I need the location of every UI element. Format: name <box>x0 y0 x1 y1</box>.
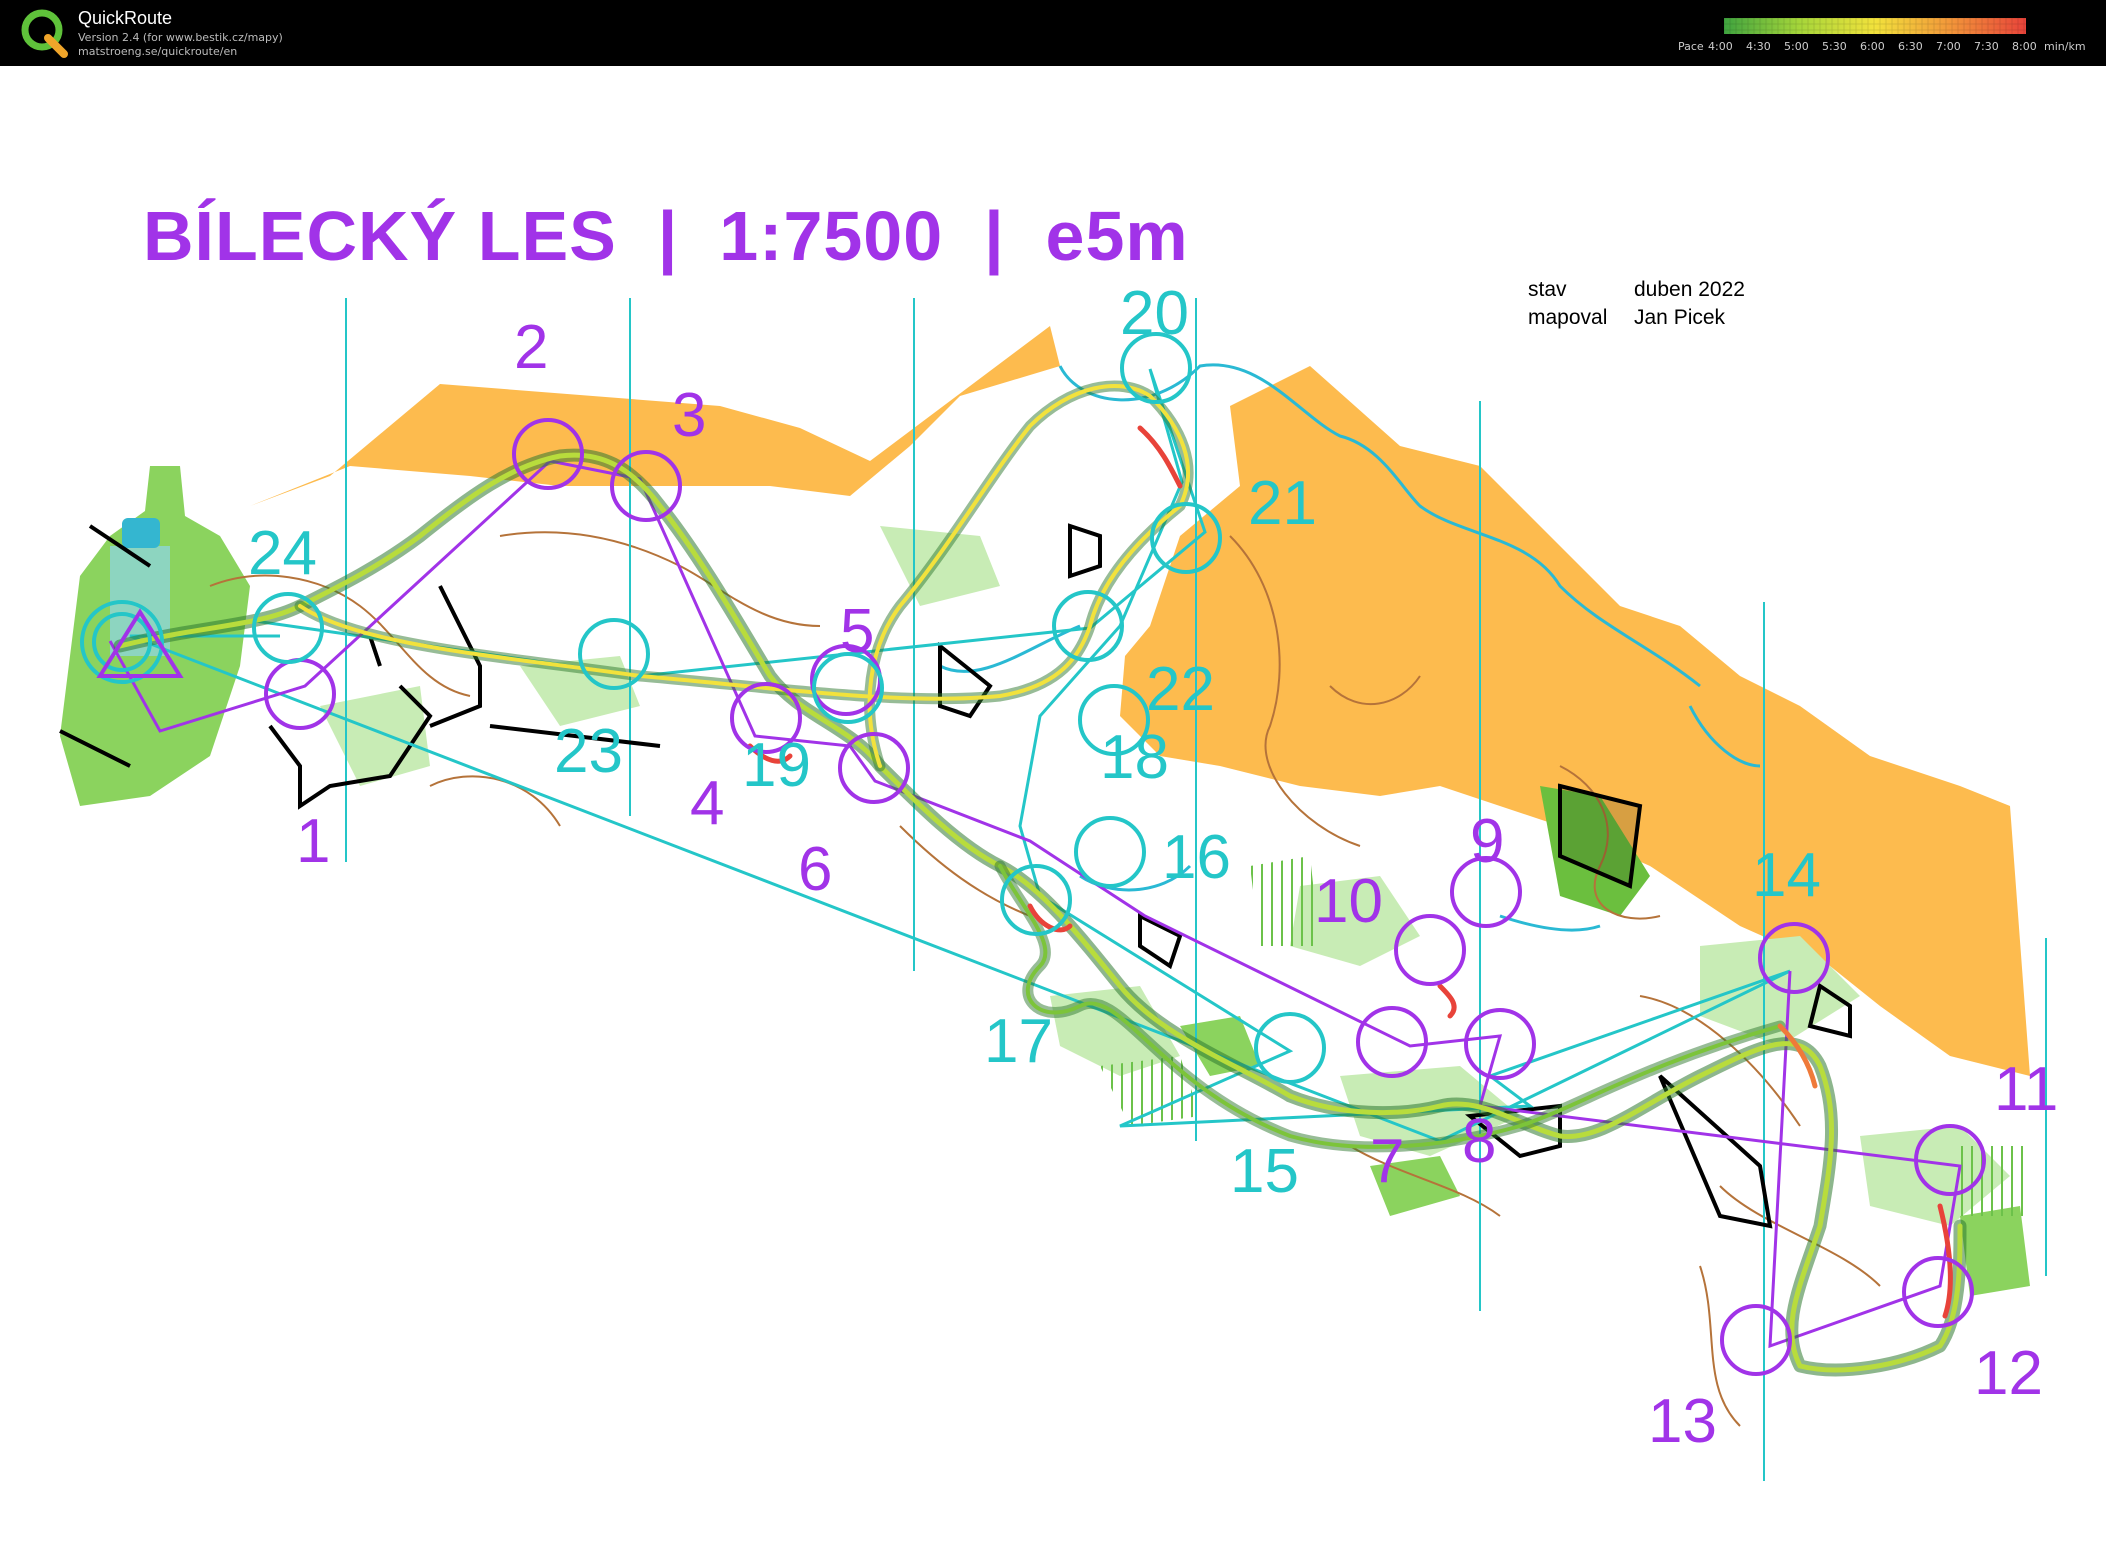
pace-color-scale <box>1724 18 2026 34</box>
orienteering-map[interactable]: BÍLECKÝ LES | 1:7500 | e5m stav duben 20… <box>0 66 2106 1555</box>
control-number-1: 1 <box>296 807 331 876</box>
map-status-label: stav <box>1528 278 1567 301</box>
app-version: Version 2.4 (for www.bestik.cz/mapy) <box>78 31 283 44</box>
control-number-20: 20 <box>1120 279 1189 348</box>
control-number-21: 21 <box>1248 469 1317 538</box>
pace-tick: 7:30 <box>1974 40 1999 53</box>
control-number-2: 2 <box>514 313 549 382</box>
app-header-bar: QuickRoute Version 2.4 (for www.bestik.c… <box>0 0 2106 66</box>
quickroute-logo-icon <box>21 9 68 58</box>
pace-unit: min/km <box>2044 40 2086 53</box>
map-title: BÍLECKÝ LES | 1:7500 | e5m <box>143 197 1189 275</box>
pace-scale-labels: Pace 4:00 4:30 5:00 5:30 6:00 6:30 7:00 … <box>1678 40 2098 56</box>
pace-tick: 6:00 <box>1860 40 1885 53</box>
app-url: matstroeng.se/quickroute/en <box>78 45 238 58</box>
pace-tick: 4:30 <box>1746 40 1771 53</box>
control-number-16: 16 <box>1162 823 1231 892</box>
control-number-11: 11 <box>1994 1055 2059 1124</box>
pace-tick: 5:00 <box>1784 40 1809 53</box>
control-number-14: 14 <box>1752 841 1821 910</box>
control-number-6: 6 <box>798 835 833 904</box>
control-number-10: 10 <box>1314 867 1383 936</box>
control-number-5: 5 <box>840 597 875 666</box>
pace-tick: 6:30 <box>1898 40 1923 53</box>
control-number-23: 23 <box>554 717 623 786</box>
control-number-9: 9 <box>1470 807 1505 876</box>
control-number-24: 24 <box>248 519 317 588</box>
control-number-22: 22 <box>1146 655 1215 724</box>
control-number-8: 8 <box>1462 1107 1497 1176</box>
control-number-13: 13 <box>1648 1387 1717 1456</box>
map-status-value: duben 2022 <box>1634 278 1745 301</box>
control-number-12: 12 <box>1974 1339 2043 1408</box>
control-number-4: 4 <box>690 769 725 838</box>
control-number-7: 7 <box>1370 1127 1405 1196</box>
app-title: QuickRoute <box>78 8 173 28</box>
control-number-19: 19 <box>742 731 811 800</box>
pace-tick: 7:00 <box>1936 40 1961 53</box>
control-number-18: 18 <box>1100 723 1169 792</box>
pace-tick: 4:00 <box>1708 40 1733 53</box>
mapper-label: mapoval <box>1528 306 1608 329</box>
control-number-17: 17 <box>984 1007 1053 1076</box>
pace-scale-title: Pace <box>1678 40 1704 53</box>
control-number-15: 15 <box>1230 1137 1299 1206</box>
mapper-value: Jan Picek <box>1634 306 1726 329</box>
pace-tick: 5:30 <box>1822 40 1847 53</box>
control-number-3: 3 <box>672 381 707 450</box>
pace-tick: 8:00 <box>2012 40 2037 53</box>
